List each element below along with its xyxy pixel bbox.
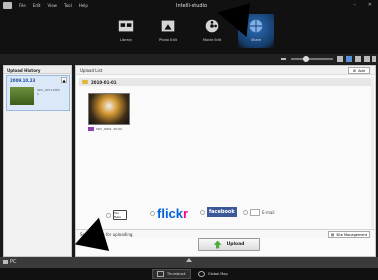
date-group-header[interactable]: 2010-01-01 [79, 78, 374, 86]
site-management-label: Site Management [336, 232, 368, 237]
upload-history-panel: Upload History 2009.10.23 ▲ SDV_0071.MP4… [3, 65, 72, 257]
site-option-youtube[interactable]: You Tube [106, 210, 127, 220]
upload-arrow-icon [213, 240, 222, 249]
footer-tabs: Thumbnail Global Map [0, 268, 378, 280]
tab-photo-edit[interactable]: Photo Edit [150, 14, 186, 48]
history-meta-count: 1 [37, 92, 39, 96]
site-option-email[interactable]: E-mail [243, 209, 275, 216]
pc-icon [3, 260, 8, 264]
zoom-out-icon[interactable] [281, 58, 286, 60]
facebook-logo: facebook [207, 207, 237, 217]
media-name: SDV_0009 [96, 127, 112, 131]
globe-icon [198, 271, 205, 277]
site-management-icon: ▤ [330, 232, 335, 237]
photo-edit-icon [161, 20, 175, 32]
tab-photo-edit-label: Photo Edit [159, 38, 177, 42]
upload-list-title: Upload List [80, 68, 103, 73]
add-icon: ⊞ [353, 68, 357, 73]
pc-label[interactable]: PC [10, 259, 17, 265]
site-option-flickr[interactable]: flickr [150, 206, 188, 221]
library-icon [118, 20, 134, 32]
menu-bar: File Edit View Tool Help [3, 2, 88, 9]
tab-library-label: Library [119, 38, 133, 42]
list-view-icon[interactable] [355, 56, 361, 62]
email-radio[interactable] [243, 210, 248, 215]
flickr-logo: flickr [157, 206, 188, 221]
flickr-logo-a: flick [157, 206, 184, 221]
add-label: Add [358, 68, 365, 73]
video-tag-icon [88, 127, 94, 131]
upload-button[interactable]: Upload [198, 238, 260, 251]
menu-help[interactable]: Help [79, 3, 88, 8]
app-logo-icon [3, 2, 12, 9]
group-date: 2010-01-01 [91, 80, 117, 85]
tab-share-label: Share [250, 38, 262, 42]
folder-icon [82, 80, 88, 84]
movie-edit-icon [205, 19, 219, 33]
menu-edit[interactable]: Edit [33, 3, 41, 8]
tab-thumbnail[interactable]: Thumbnail [152, 269, 191, 279]
youtube-logo: You Tube [113, 210, 127, 220]
youtube-label: You Tube [114, 211, 122, 219]
detail-view-icon[interactable] [364, 56, 370, 62]
expand-icon[interactable] [186, 258, 192, 262]
history-item[interactable]: 2009.10.23 ▲ SDV_0071.MP4 1 [6, 75, 70, 111]
tab-global-map[interactable]: Global Map [194, 269, 232, 279]
app-title: Intelli-studio [176, 3, 208, 9]
grid-view-icon[interactable] [346, 56, 352, 62]
upload-list-panel: Upload List ⊞ Add 2010-01-01 SDV_0009 00… [75, 65, 376, 257]
menu-file[interactable]: File [19, 3, 26, 8]
email-icon [250, 209, 260, 216]
menu-view[interactable]: View [47, 3, 57, 8]
minimize-button[interactable]: – [354, 2, 357, 8]
history-meta: SDV_0071.MP4 1 [37, 88, 60, 96]
thumbnail-icon [157, 271, 164, 277]
zoom-slider[interactable] [291, 58, 333, 60]
history-meta-name: SDV_0071.MP4 [37, 88, 60, 92]
tab-library[interactable]: Library [108, 14, 144, 48]
media-thumbnail[interactable] [88, 93, 130, 125]
zoom-in-icon[interactable] [337, 56, 343, 62]
close-button[interactable]: ✕ [368, 2, 372, 8]
facebook-radio[interactable] [200, 209, 205, 215]
tab-thumbnail-label: Thumbnail [167, 272, 186, 276]
collapse-icon[interactable]: ▲ [61, 77, 67, 83]
site-option-facebook[interactable]: facebook [200, 207, 237, 217]
media-card[interactable]: SDV_0009 00:00 [88, 93, 130, 135]
vertical-scrollbar[interactable] [371, 76, 374, 228]
menu-tool[interactable]: Tool [64, 3, 72, 8]
site-management-button[interactable]: ▤ Site Management [328, 231, 370, 238]
media-duration: 00:00 [113, 127, 123, 131]
youtube-radio[interactable] [106, 212, 111, 218]
email-label: E-mail [262, 210, 275, 215]
top-bar: File Edit View Tool Help Intelli-studio … [0, 0, 378, 54]
fullscreen-icon[interactable] [372, 56, 376, 62]
zoom-slider-knob[interactable] [303, 56, 309, 62]
upload-history-title: Upload History [4, 66, 71, 74]
flickr-radio[interactable] [150, 211, 155, 216]
add-button[interactable]: ⊞ Add [348, 67, 370, 74]
flickr-logo-b: r [183, 206, 189, 221]
history-thumbnail [10, 87, 34, 105]
device-bar: PC [0, 257, 378, 268]
tab-global-map-label: Global Map [208, 272, 228, 276]
upload-list-header: Upload List ⊞ Add [76, 66, 375, 75]
view-toolbar [0, 54, 378, 64]
history-date: 2009.10.23 [10, 78, 36, 83]
upload-label: Upload [226, 242, 245, 247]
tab-movie-edit-label: Movie Edit [202, 38, 222, 42]
media-caption: SDV_0009 00:00 [88, 127, 130, 131]
